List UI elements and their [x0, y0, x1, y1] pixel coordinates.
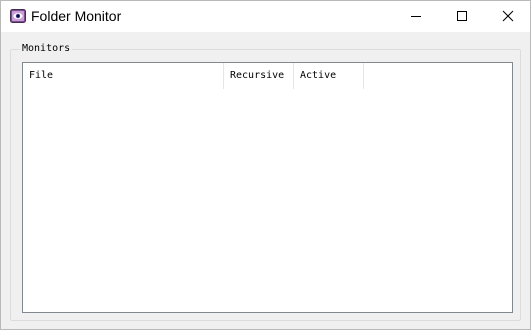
list-header: File Recursive Active — [23, 63, 512, 89]
close-icon — [502, 10, 514, 22]
close-button[interactable] — [485, 1, 531, 32]
monitors-list[interactable]: File Recursive Active — [22, 62, 513, 313]
window-title: Folder Monitor — [31, 8, 122, 24]
maximize-button[interactable] — [439, 1, 485, 32]
maximize-icon — [457, 11, 467, 21]
app-icon — [10, 8, 26, 24]
minimize-icon — [411, 16, 421, 17]
column-header-file[interactable]: File — [23, 63, 224, 89]
column-header-recursive[interactable]: Recursive — [224, 63, 294, 89]
minimize-button[interactable] — [393, 1, 439, 32]
title-bar[interactable]: Folder Monitor — [1, 1, 530, 32]
monitors-group-label: Monitors — [20, 42, 73, 55]
list-body[interactable] — [23, 89, 512, 312]
column-header-active[interactable]: Active — [294, 63, 364, 89]
folder-monitor-window: Folder Monitor Monitors File Recursive A… — [0, 0, 531, 330]
